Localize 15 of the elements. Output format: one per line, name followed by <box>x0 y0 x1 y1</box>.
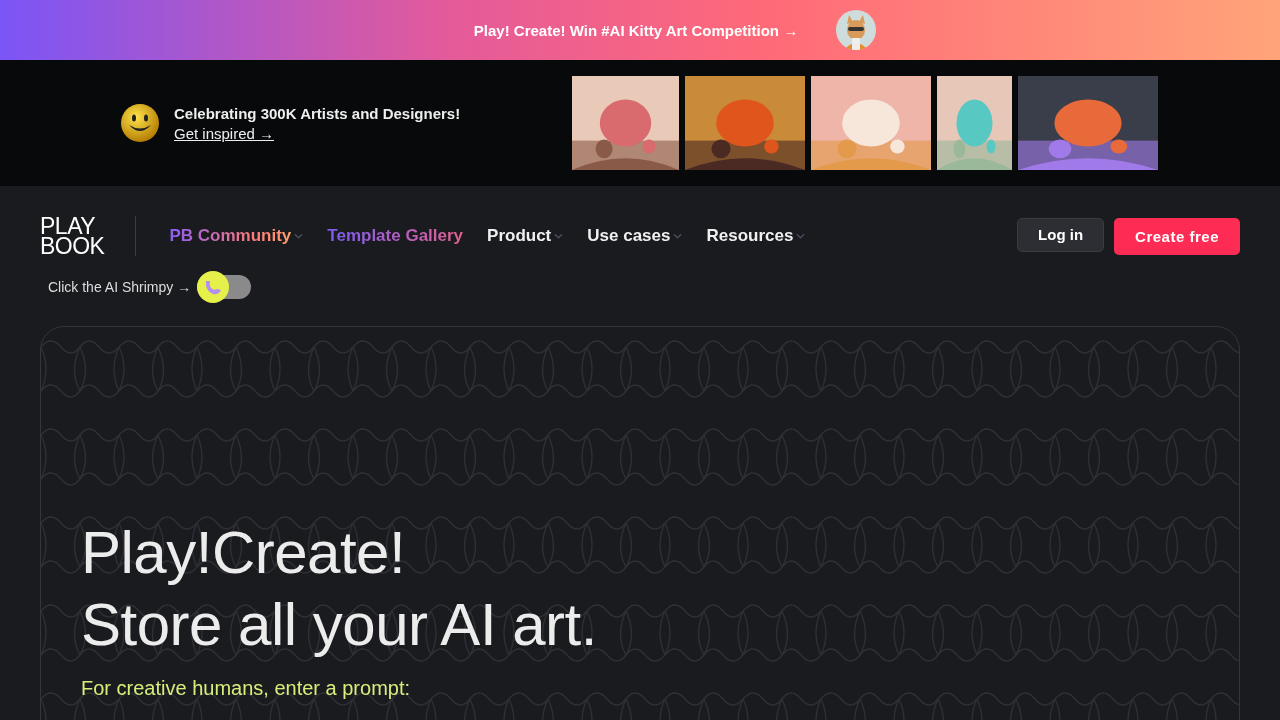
prompt-label: For creative humans, enter a prompt: <box>81 677 411 700</box>
nav-menu-item[interactable]: Template Gallery <box>327 226 464 246</box>
promo-title: Celebrating 300K Artists and Designers! <box>174 104 461 122</box>
log-in-button[interactable]: Log in <box>1017 217 1105 252</box>
smiley-icon <box>120 103 160 143</box>
hero-headline: Store all your AI art. <box>81 590 597 660</box>
nav-menu-item[interactable]: Use cases <box>587 226 683 246</box>
shrimp-icon <box>197 271 230 303</box>
get-inspired-link[interactable]: Get inspired → <box>174 124 461 142</box>
playbook-logo[interactable]: PLAY BOOK <box>40 216 105 256</box>
create-free-button[interactable]: Create free <box>1114 217 1240 255</box>
nav-menu-item[interactable]: Resources <box>706 226 806 246</box>
nav-menu-item[interactable]: Product <box>487 226 564 246</box>
toggle-label: Click the AI Shrimpy → <box>48 279 192 295</box>
hero-headline: Play!Create! <box>81 518 406 588</box>
